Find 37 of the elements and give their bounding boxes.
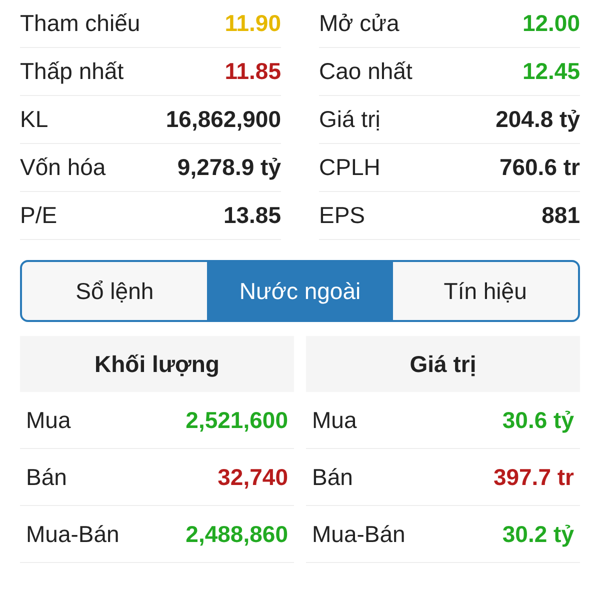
stat-value: 16,862,900 — [166, 106, 281, 133]
row-value: 2,521,600 — [186, 406, 288, 434]
stat-label: Vốn hóa — [20, 154, 106, 181]
stat-value: 12.45 — [522, 58, 580, 85]
stat-value: 204.8 tỷ — [496, 106, 580, 133]
stat-value: 12.00 — [522, 10, 580, 37]
column-header: Khối lượng — [20, 336, 294, 392]
row-label: Mua — [312, 406, 357, 434]
row-value: 32,740 — [218, 464, 288, 490]
stat-label: Giá trị — [319, 106, 380, 133]
stat-value: 881 — [542, 202, 580, 229]
stat-value: 11.85 — [224, 58, 281, 85]
row-value: 2,488,860 — [186, 520, 288, 548]
stat-label: Thấp nhất — [20, 58, 124, 85]
tab[interactable]: Tín hiệu — [392, 262, 578, 320]
stat-label: CPLH — [319, 154, 380, 181]
row-value: 30.2 tỷ — [502, 520, 574, 548]
stat-label: KL — [20, 106, 48, 133]
row-label: Bán — [26, 464, 67, 490]
stat-value: 13.85 — [223, 202, 281, 229]
stat-label: P/E — [20, 202, 58, 229]
row-label: Bán — [312, 464, 353, 490]
row-label: Mua-Bán — [26, 520, 120, 548]
tab[interactable]: Nước ngoài — [207, 262, 393, 320]
stat-label: EPS — [319, 202, 366, 229]
stat-label: Mở cửa — [319, 10, 400, 37]
stat-value: 9,278.9 tỷ — [177, 154, 281, 181]
row-label: Mua-Bán — [312, 520, 406, 548]
stat-label: Tham chiếu — [20, 10, 140, 37]
row-value: 397.7 tr — [493, 464, 574, 490]
column-header: Giá trị — [306, 336, 580, 392]
stat-value: 760.6 tr — [499, 154, 580, 181]
row-label: Mua — [26, 406, 71, 434]
stat-value: 11.90 — [224, 10, 281, 37]
tab[interactable]: Sổ lệnh — [22, 262, 208, 320]
row-value: 30.6 tỷ — [502, 406, 574, 434]
stat-label: Cao nhất — [319, 58, 412, 85]
